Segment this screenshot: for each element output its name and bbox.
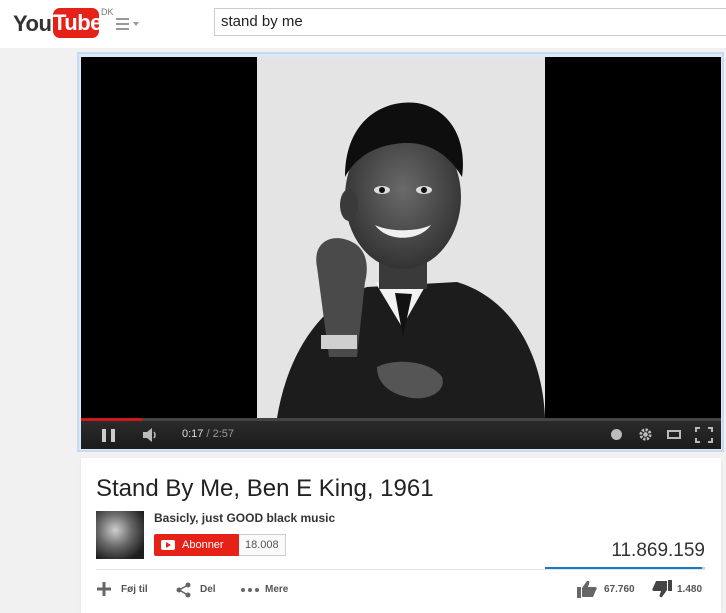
video-info-card: Stand By Me, Ben E King, 1961 Basicly, j… [81, 458, 721, 613]
time-display: 0:17 / 2:57 [182, 428, 234, 440]
video-title: Stand By Me, Ben E King, 1961 [96, 475, 434, 502]
fullscreen-icon[interactable] [695, 427, 713, 443]
youtube-play-icon [161, 540, 175, 550]
sentiment-bar [545, 567, 705, 569]
thumbs-down-icon [652, 580, 672, 598]
channel-name-link[interactable]: Basicly, just GOOD black music [154, 511, 335, 525]
chevron-down-icon [133, 22, 139, 26]
hamburger-icon-line [116, 23, 129, 25]
video-frame[interactable] [257, 57, 545, 418]
thumbs-up-icon [577, 580, 597, 598]
pause-icon-bar [111, 429, 115, 442]
logo-tube-text: Tube [53, 8, 102, 38]
current-time: 0:17 [182, 428, 204, 440]
hamburger-icon-line [116, 28, 129, 30]
add-to-button[interactable]: Føj til [96, 581, 156, 599]
view-count: 11.869.159 [611, 540, 705, 561]
more-dots-icon [241, 588, 259, 592]
dislike-button[interactable]: 1.480 [652, 580, 708, 598]
logo-you-text: You [13, 11, 52, 36]
subscribe-label: Abonner [182, 539, 224, 551]
theater-mode-icon[interactable] [667, 430, 681, 439]
like-button[interactable]: 67.760 [577, 580, 639, 598]
duration: 2:57 [212, 428, 235, 440]
logo-country-code: DK [101, 7, 114, 17]
time-separator: / [203, 428, 213, 440]
video-player[interactable]: 0:17 / 2:57 [81, 57, 721, 449]
gear-icon[interactable] [638, 427, 653, 442]
more-button[interactable]: Mere [241, 581, 301, 599]
player-controls: 0:17 / 2:57 [81, 421, 721, 449]
masthead: You Tube DK stand by me [0, 0, 726, 48]
like-count: 67.760 [604, 584, 635, 595]
share-button[interactable]: Del [176, 581, 221, 599]
share-icon [176, 582, 191, 598]
plus-icon [97, 582, 111, 596]
add-to-label: Føj til [121, 584, 148, 595]
portrait-image [257, 57, 545, 418]
more-label: Mere [265, 584, 289, 595]
pause-button[interactable] [102, 429, 116, 442]
sentiment-bar-dislikes [702, 567, 705, 569]
watch-later-icon[interactable] [611, 429, 622, 440]
hamburger-icon [116, 18, 129, 20]
subscriber-count: 18.008 [239, 534, 286, 556]
subscribe-button[interactable]: Abonner [154, 534, 240, 556]
dislike-count: 1.480 [677, 584, 703, 595]
share-label: Del [200, 584, 216, 595]
avatar[interactable] [96, 511, 144, 559]
divider [96, 569, 706, 570]
guide-menu-button[interactable] [116, 16, 142, 32]
volume-icon[interactable] [143, 428, 159, 442]
search-input[interactable]: stand by me [214, 8, 726, 36]
pause-icon [102, 429, 106, 442]
